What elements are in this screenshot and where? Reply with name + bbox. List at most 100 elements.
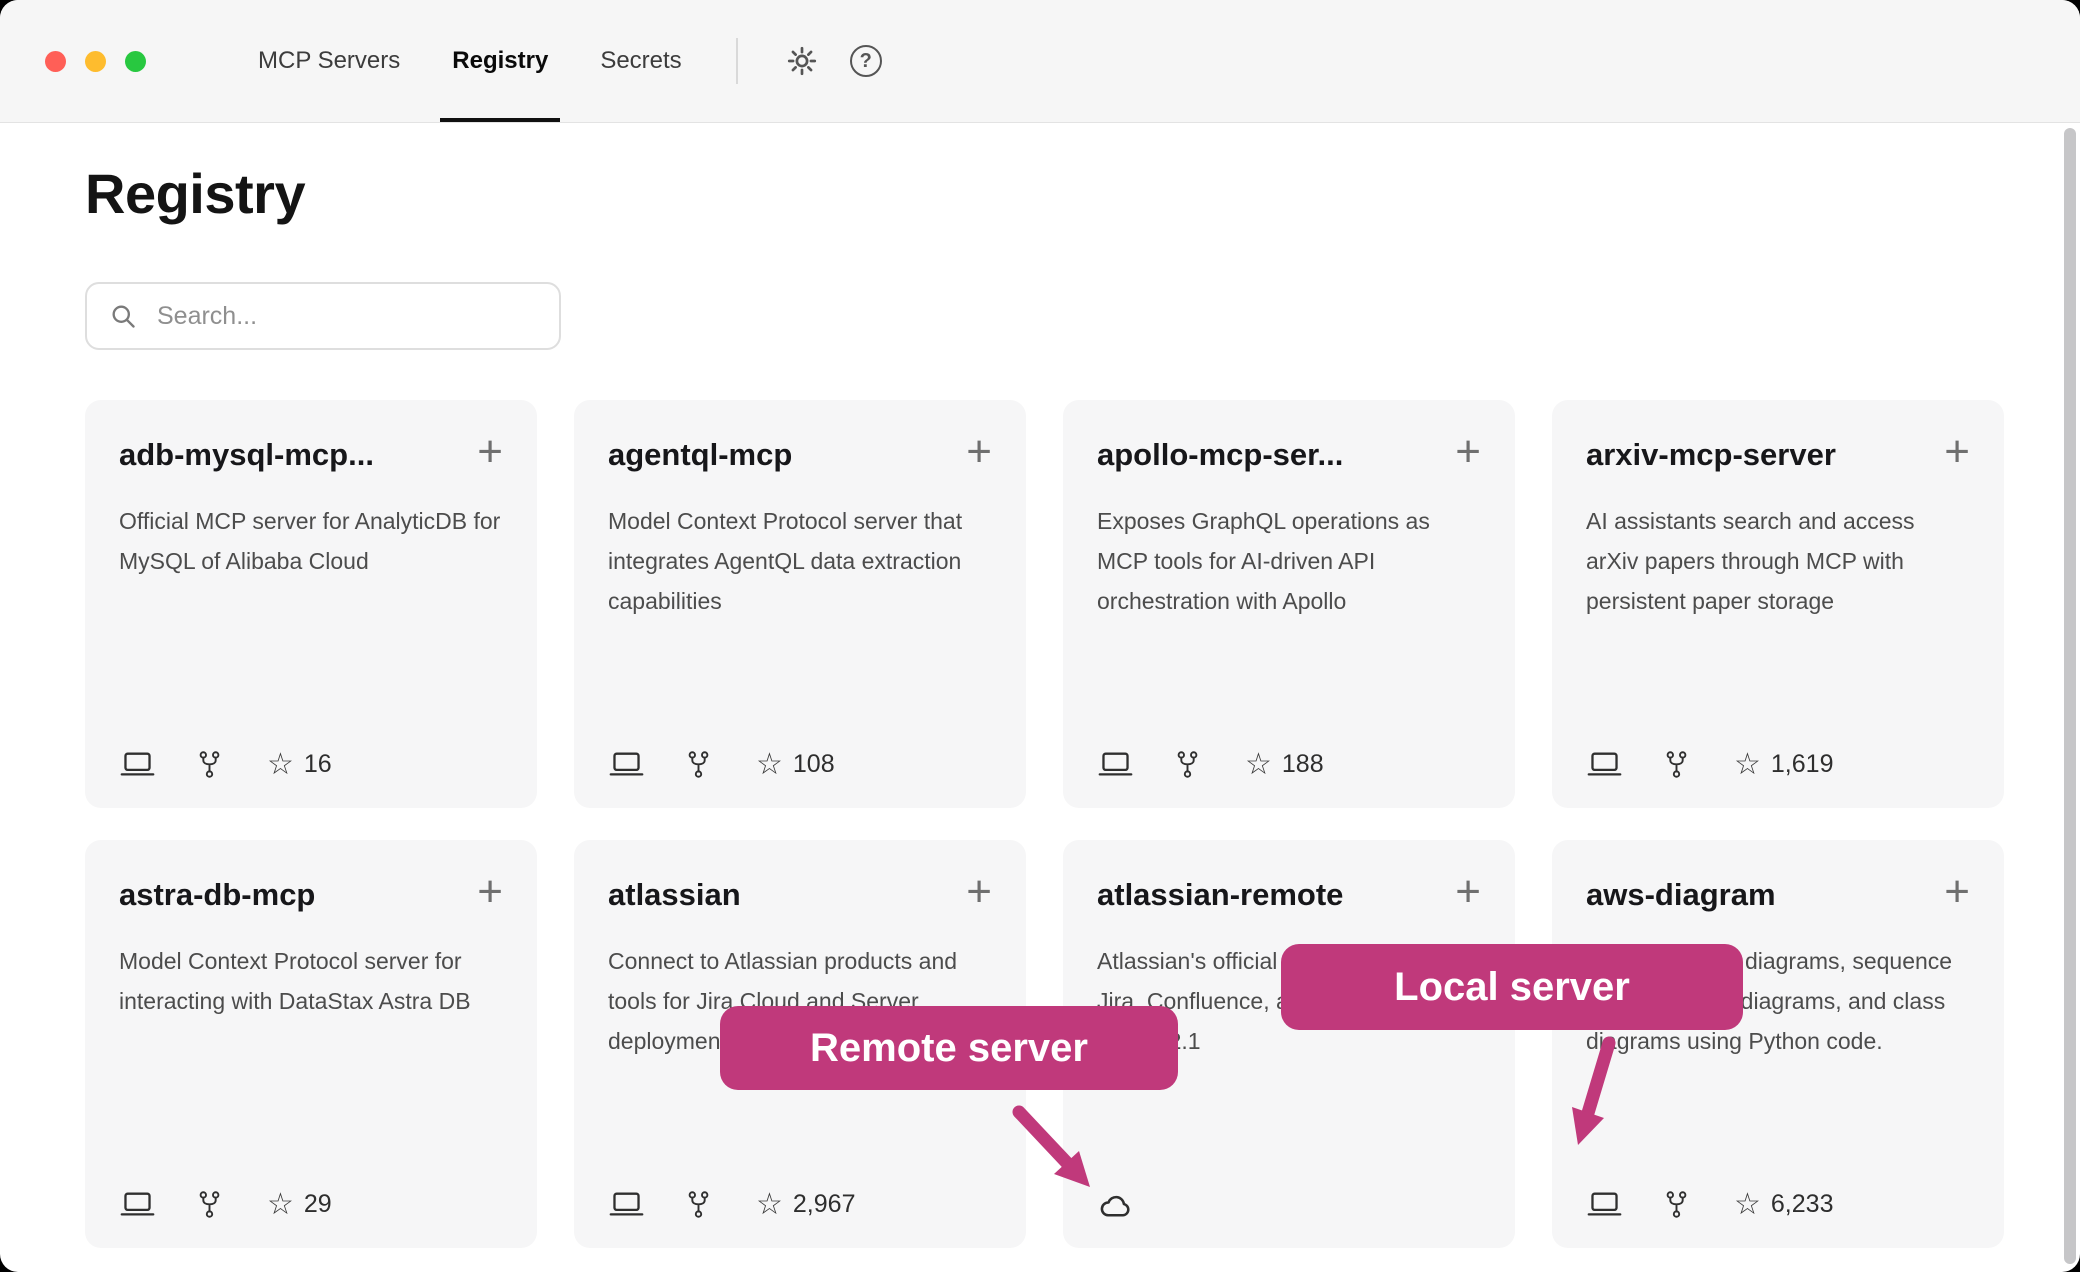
server-description: Generate AWS diagrams, sequence diagrams… (1586, 941, 1970, 1061)
help-icon: ? (850, 45, 882, 77)
server-card[interactable]: agentql-mcp + Model Context Protocol ser… (574, 400, 1026, 808)
page-title: Registry (85, 161, 1995, 226)
close-window-button[interactable] (45, 51, 66, 72)
server-name: atlassian (608, 876, 741, 913)
tab-mcp-servers[interactable]: MCP Servers (232, 0, 426, 122)
git-fork-icon (685, 749, 712, 780)
card-footer (1097, 1190, 1175, 1220)
star-count: 188 (1282, 750, 1324, 779)
add-server-button[interactable]: + (1455, 874, 1481, 909)
star-group: ☆ 188 (1245, 750, 1324, 780)
settings-button[interactable] (776, 35, 828, 87)
star-icon: ☆ (1245, 750, 1272, 780)
server-card-grid: adb-mysql-mcp... + Official MCP server f… (85, 400, 1995, 1248)
server-card[interactable]: adb-mysql-mcp... + Official MCP server f… (85, 400, 537, 808)
laptop-icon (1586, 749, 1623, 780)
main-tabs: MCP Servers Registry Secrets (232, 0, 708, 122)
server-name: astra-db-mcp (119, 876, 315, 913)
scrollbar-thumb[interactable] (2064, 128, 2076, 1264)
server-name: atlassian-remote (1097, 876, 1343, 913)
help-button[interactable]: ? (840, 35, 892, 87)
star-group: ☆ 1,619 (1734, 750, 1833, 780)
card-footer: ☆ 29 (119, 1189, 332, 1220)
server-description: AI assistants search and access arXiv pa… (1586, 501, 1970, 621)
card-footer: ☆ 188 (1097, 749, 1324, 780)
git-fork-icon (196, 749, 223, 780)
registry-page: Registry adb-mysql-mcp... + Official MCP… (0, 161, 2080, 1248)
star-group: ☆ 6,233 (1734, 1190, 1833, 1220)
card-footer: ☆ 1,619 (1586, 749, 1833, 780)
app-window: MCP Servers Registry Secrets ? Registry (0, 0, 2080, 1272)
server-description: Model Context Protocol server for intera… (119, 941, 503, 1021)
star-icon: ☆ (267, 750, 294, 780)
card-header: apollo-mcp-ser... + (1097, 430, 1481, 473)
server-description: Model Context Protocol server that integ… (608, 501, 992, 621)
add-server-button[interactable]: + (966, 874, 992, 909)
card-header: arxiv-mcp-server + (1586, 430, 1970, 473)
minimize-window-button[interactable] (85, 51, 106, 72)
star-group: ☆ 2,967 (756, 1190, 855, 1220)
server-name: agentql-mcp (608, 436, 792, 473)
server-card[interactable]: atlassian + Connect to Atlassian product… (574, 840, 1026, 1248)
server-name: arxiv-mcp-server (1586, 436, 1836, 473)
card-footer: ☆ 16 (119, 749, 332, 780)
star-icon: ☆ (267, 1190, 294, 1220)
server-card[interactable]: atlassian-remote + Atlassian's official … (1063, 840, 1515, 1248)
star-count: 16 (304, 750, 332, 779)
search-icon (109, 302, 137, 330)
server-card[interactable]: apollo-mcp-ser... + Exposes GraphQL oper… (1063, 400, 1515, 808)
tab-secrets[interactable]: Secrets (574, 0, 707, 122)
add-server-button[interactable]: + (966, 434, 992, 469)
card-header: adb-mysql-mcp... + (119, 430, 503, 473)
add-server-button[interactable]: + (477, 874, 503, 909)
add-server-button[interactable]: + (1455, 434, 1481, 469)
gear-icon (785, 44, 819, 78)
titlebar: MCP Servers Registry Secrets ? (0, 0, 2080, 123)
cloud-icon (1097, 1190, 1135, 1220)
git-fork-icon (1174, 749, 1201, 780)
server-name: aws-diagram (1586, 876, 1776, 913)
server-description: Connect to Atlassian products and tools … (608, 941, 992, 1061)
laptop-icon (608, 1189, 645, 1220)
server-card[interactable]: aws-diagram + Generate AWS diagrams, seq… (1552, 840, 2004, 1248)
server-description: Exposes GraphQL operations as MCP tools … (1097, 501, 1481, 621)
server-card[interactable]: arxiv-mcp-server + AI assistants search … (1552, 400, 2004, 808)
card-footer: ☆ 2,967 (608, 1189, 855, 1220)
card-header: aws-diagram + (1586, 870, 1970, 913)
tab-registry[interactable]: Registry (426, 0, 574, 122)
toolbar-divider (736, 38, 738, 84)
search-input[interactable] (155, 301, 537, 332)
star-group: ☆ 108 (756, 750, 835, 780)
star-icon: ☆ (756, 750, 783, 780)
card-header: astra-db-mcp + (119, 870, 503, 913)
star-count: 108 (793, 750, 835, 779)
server-name: adb-mysql-mcp... (119, 436, 374, 473)
star-count: 2,967 (793, 1190, 856, 1219)
star-group: ☆ 29 (267, 1190, 332, 1220)
add-server-button[interactable]: + (1944, 874, 1970, 909)
add-server-button[interactable]: + (1944, 434, 1970, 469)
laptop-icon (119, 749, 156, 780)
laptop-icon (1586, 1189, 1623, 1220)
zoom-window-button[interactable] (125, 51, 146, 72)
card-header: atlassian-remote + (1097, 870, 1481, 913)
star-count: 1,619 (1771, 750, 1834, 779)
git-fork-icon (685, 1189, 712, 1220)
server-name: apollo-mcp-ser... (1097, 436, 1343, 473)
laptop-icon (608, 749, 645, 780)
add-server-button[interactable]: + (477, 434, 503, 469)
search-box[interactable] (85, 282, 561, 350)
card-footer: ☆ 6,233 (1586, 1189, 1833, 1220)
star-group: ☆ 16 (267, 750, 332, 780)
star-icon: ☆ (756, 1190, 783, 1220)
star-icon: ☆ (1734, 750, 1761, 780)
laptop-icon (119, 1189, 156, 1220)
card-header: atlassian + (608, 870, 992, 913)
server-card[interactable]: astra-db-mcp + Model Context Protocol se… (85, 840, 537, 1248)
star-count: 29 (304, 1190, 332, 1219)
git-fork-icon (196, 1189, 223, 1220)
server-description: Official MCP server for AnalyticDB for M… (119, 501, 503, 581)
git-fork-icon (1663, 1189, 1690, 1220)
traffic-lights (45, 51, 146, 72)
git-fork-icon (1663, 749, 1690, 780)
